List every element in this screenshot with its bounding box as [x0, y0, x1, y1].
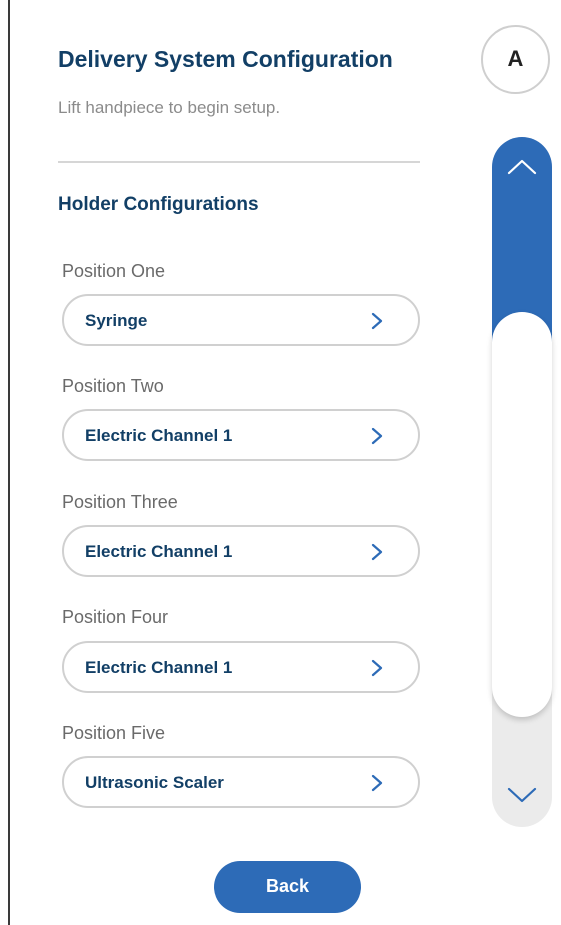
position-three-select[interactable]: Electric Channel 1: [62, 525, 420, 577]
position-four-label: Position Four: [62, 607, 169, 627]
page-subtitle: Lift handpiece to begin setup.: [58, 98, 281, 117]
chevron-up-icon[interactable]: [504, 152, 540, 182]
avatar-initial: A: [507, 46, 524, 71]
position-four-select[interactable]: Electric Channel 1: [62, 641, 420, 693]
position-two-label: Position Two: [62, 376, 164, 396]
user-avatar[interactable]: A: [481, 25, 550, 94]
position-four-value: Electric Channel 1: [85, 658, 233, 677]
back-button[interactable]: Back: [214, 861, 361, 913]
position-five-value: Ultrasonic Scaler: [85, 773, 224, 792]
chevron-right-icon: [371, 312, 383, 330]
position-three-label: Position Three: [62, 492, 178, 512]
back-button-label: Back: [265, 876, 310, 896]
position-three-value: Electric Channel 1: [85, 542, 233, 561]
position-five-select[interactable]: Ultrasonic Scaler: [62, 756, 420, 808]
chevron-down-icon[interactable]: [504, 780, 540, 810]
window-border: [8, 0, 10, 925]
position-one-value: Syringe: [85, 311, 148, 330]
chevron-right-icon: [371, 659, 383, 677]
divider: [58, 161, 420, 163]
position-five-label: Position Five: [62, 723, 166, 743]
section-title: Holder Configurations: [58, 194, 259, 215]
page-title: Delivery System Configuration: [58, 46, 393, 72]
chevron-right-icon: [371, 774, 383, 792]
position-one-label: Position One: [62, 261, 166, 281]
position-two-value: Electric Channel 1: [85, 426, 233, 445]
position-one-select[interactable]: Syringe: [62, 294, 420, 346]
position-two-select[interactable]: Electric Channel 1: [62, 409, 420, 461]
chevron-right-icon: [371, 543, 383, 561]
scrollbar-thumb[interactable]: [492, 312, 552, 717]
chevron-right-icon: [371, 427, 383, 445]
